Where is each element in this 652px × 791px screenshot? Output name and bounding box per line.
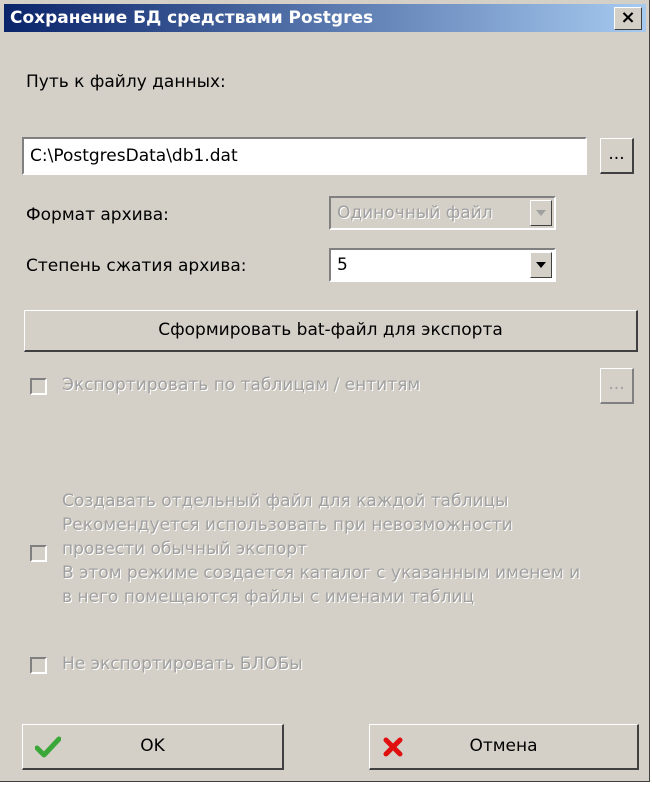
chevron-down-icon[interactable] <box>530 200 552 226</box>
archive-format-value: Одиночный файл <box>337 203 493 223</box>
archive-format-label: Формат архива: <box>26 205 169 225</box>
generate-bat-button[interactable]: Сформировать bat-файл для экспорта <box>24 310 638 352</box>
compression-label: Степень сжатия архива: <box>26 256 247 276</box>
export-by-tables-label: Экспортировать по таблицам / ентитям <box>62 375 421 395</box>
close-button[interactable]: × <box>614 7 642 30</box>
path-browse-label: ... <box>608 144 625 164</box>
ok-button[interactable]: OK <box>22 724 284 770</box>
compression-value: 5 <box>337 255 348 275</box>
dialog-window: Сохранение БД средствами Postgres × Путь… <box>0 0 650 782</box>
separate-files-label: Создавать отдельный файл для каждой табл… <box>62 491 581 607</box>
compression-select[interactable]: 5 <box>329 248 556 282</box>
archive-format-select[interactable]: Одиночный файл <box>329 196 556 230</box>
generate-bat-label: Сформировать bat-файл для экспорта <box>158 320 503 340</box>
tables-browse-label: ... <box>608 374 625 394</box>
cancel-button[interactable]: Отмена <box>369 724 639 770</box>
no-blobs-checkbox[interactable] <box>30 657 47 674</box>
path-label: Путь к файлу данных: <box>26 72 226 92</box>
path-browse-button[interactable]: ... <box>600 138 634 174</box>
dialog-title: Сохранение БД средствами Postgres <box>10 8 374 28</box>
cancel-label: Отмена <box>469 736 538 756</box>
path-input[interactable]: C:\PostgresData\db1.dat <box>22 137 587 175</box>
ok-label: OK <box>140 736 165 756</box>
no-blobs-label: Не экспортировать БЛОБы <box>62 654 303 674</box>
title-bar[interactable]: Сохранение БД средствами Postgres × <box>4 4 646 32</box>
tables-browse-button[interactable]: ... <box>600 368 634 404</box>
chevron-down-icon[interactable] <box>530 252 552 278</box>
close-icon: × <box>620 7 636 28</box>
separate-files-checkbox[interactable] <box>30 545 47 562</box>
export-by-tables-checkbox[interactable] <box>30 378 47 395</box>
